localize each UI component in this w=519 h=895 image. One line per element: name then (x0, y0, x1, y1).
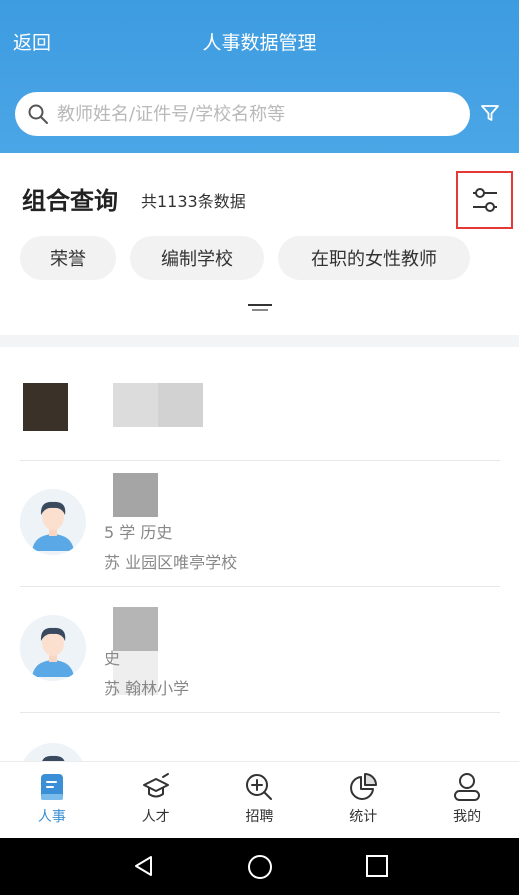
male-avatar-icon (20, 615, 86, 681)
list-item[interactable]: 5 学 历史 苏 业园区唯亭学校 (20, 461, 500, 587)
nav-recent-apps-icon[interactable] (365, 854, 389, 878)
personnel-book-icon (40, 774, 63, 800)
section-divider (0, 335, 519, 347)
tab-label: 统计 (349, 809, 378, 825)
bottom-tab-bar: 人事 人才 招聘 统计 我的 (0, 761, 519, 838)
nav-back-icon[interactable] (132, 854, 156, 878)
list-item-line1: 史 (104, 649, 121, 668)
list-item-line2: 苏 翰林小学 (104, 679, 190, 698)
talent-mortarboard-icon (142, 773, 169, 798)
collapse-handle[interactable] (248, 304, 272, 312)
query-title: 组合查询 (22, 187, 118, 215)
system-nav-bar (0, 838, 519, 895)
filter-chips: 荣誉 编制学校 在职的女性教师 (20, 236, 470, 280)
search-input[interactable] (57, 103, 437, 125)
page-title: 人事数据管理 (202, 32, 317, 54)
combined-query-panel: 组合查询 共1133条数据 荣誉 编制学校 在职的女性教师 (0, 153, 519, 335)
search-icon (28, 104, 48, 124)
recruit-search-plus-icon (246, 774, 273, 800)
nav-home-icon[interactable] (247, 854, 273, 880)
profile-user-icon (454, 773, 481, 801)
statistics-pie-icon (350, 773, 378, 800)
chip-honor[interactable]: 荣誉 (20, 236, 116, 280)
list-item-line1: 5 学 历史 (104, 523, 173, 542)
search-bar[interactable] (15, 92, 470, 136)
tab-profile[interactable]: 我的 (415, 762, 519, 839)
male-avatar-icon (20, 489, 86, 555)
avatar (20, 743, 86, 761)
tab-label: 人事 (37, 809, 66, 825)
teacher-list[interactable]: 5 学 历史 苏 业园区唯亭学校 史 苏 翰林小学 (0, 347, 519, 761)
funnel-icon (481, 105, 499, 121)
sliders-icon (472, 188, 497, 212)
list-item[interactable] (20, 713, 500, 761)
tab-label: 我的 (453, 809, 482, 825)
app-header: 返回 人事数据管理 (0, 0, 519, 153)
record-count: 共1133条数据 (141, 192, 246, 211)
list-item[interactable] (20, 347, 500, 461)
redacted-block (158, 383, 203, 427)
avatar (20, 489, 86, 555)
tab-statistics[interactable]: 统计 (311, 762, 415, 839)
list-item-line2: 苏 业园区唯亭学校 (104, 553, 238, 572)
filter-button[interactable] (478, 100, 502, 126)
tab-label: 人才 (141, 809, 170, 825)
chip-female-teachers[interactable]: 在职的女性教师 (278, 236, 470, 280)
chip-staff-school[interactable]: 编制学校 (130, 236, 264, 280)
tab-label: 招聘 (245, 809, 274, 825)
tab-personnel[interactable]: 人事 (0, 762, 104, 839)
avatar (20, 615, 86, 681)
redacted-block (113, 473, 158, 517)
tab-recruit[interactable]: 招聘 (208, 762, 312, 839)
tab-talent[interactable]: 人才 (104, 762, 208, 839)
male-avatar-icon (23, 743, 83, 761)
avatar (23, 383, 68, 431)
list-item[interactable]: 史 苏 翰林小学 (20, 587, 500, 713)
query-settings-button[interactable] (456, 171, 513, 229)
